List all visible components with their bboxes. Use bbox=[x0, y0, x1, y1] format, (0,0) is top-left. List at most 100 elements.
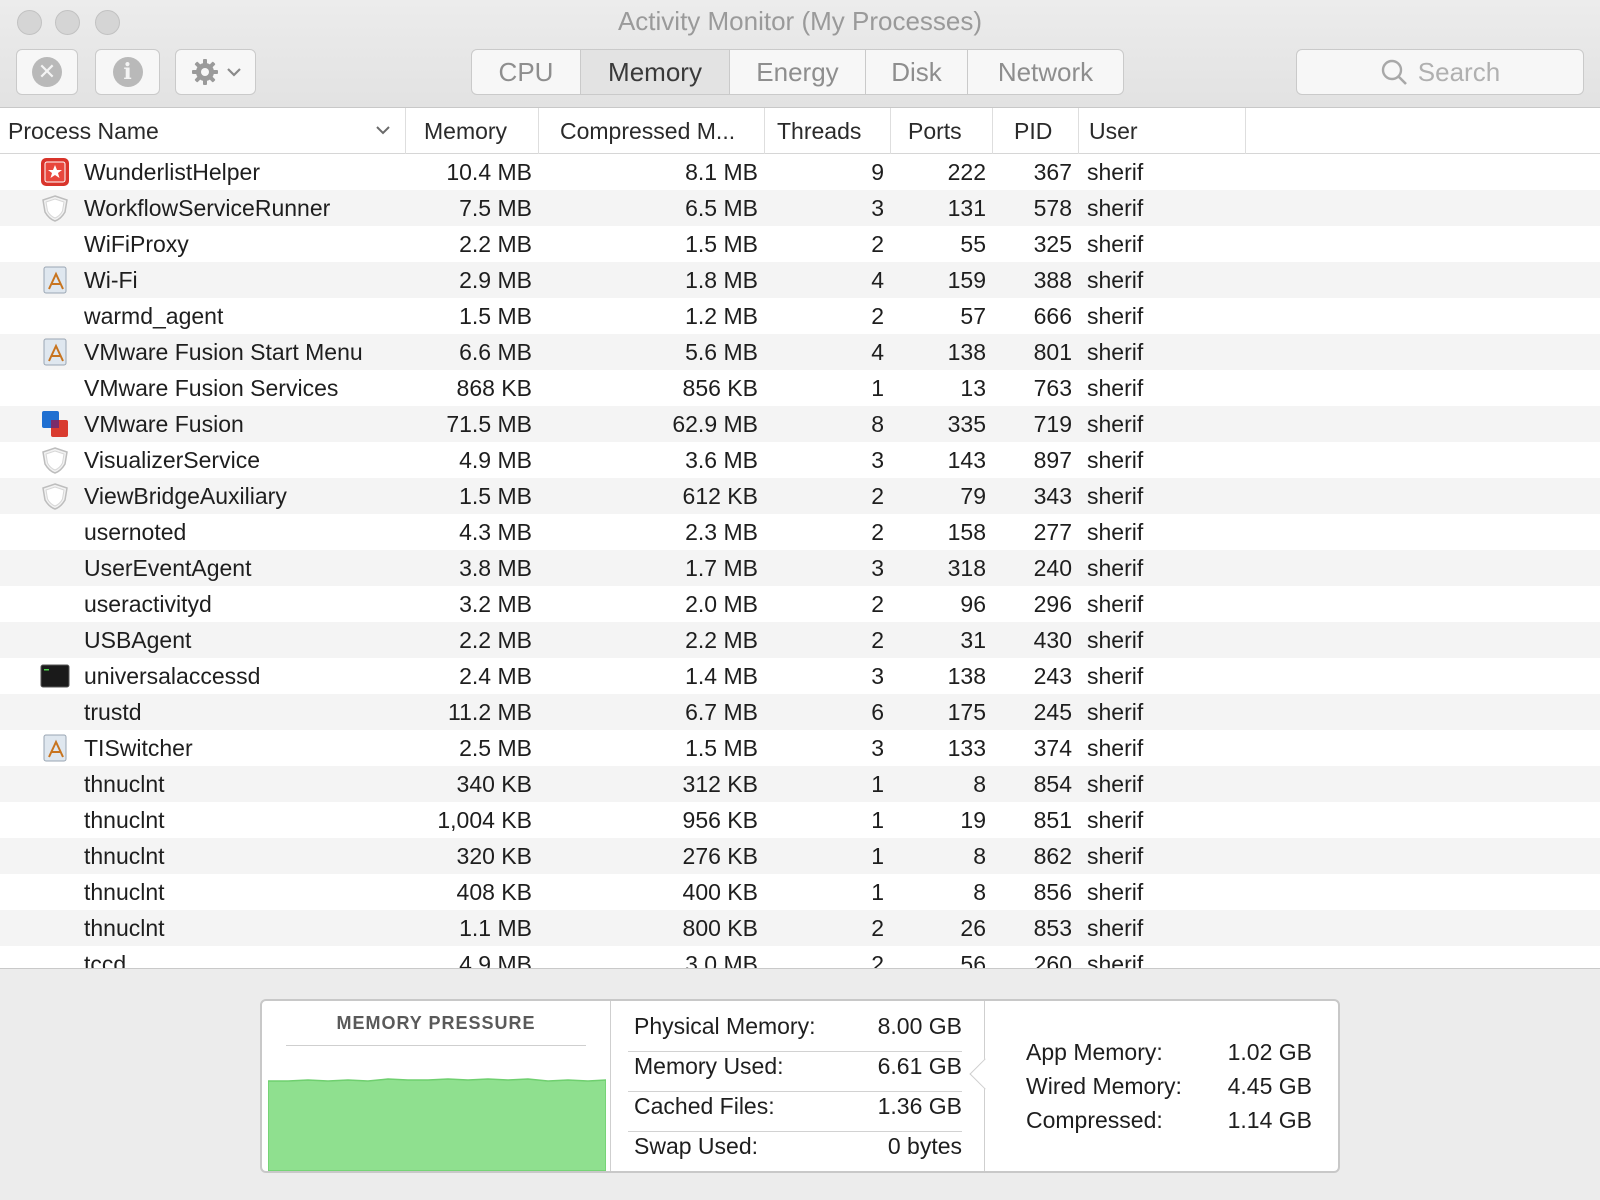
table-row[interactable]: usernoted 4.3 MB 2.3 MB 2 158 277 sherif bbox=[0, 514, 1600, 550]
tab-cpu[interactable]: CPU bbox=[472, 50, 581, 94]
column-compressed-memory[interactable]: Compressed M... bbox=[539, 108, 765, 154]
shield-app-icon bbox=[40, 193, 70, 223]
ports-cell: 79 bbox=[960, 483, 986, 509]
process-name-cell: USBAgent bbox=[84, 627, 192, 653]
column-label: User bbox=[1089, 117, 1138, 144]
threads-cell: 3 bbox=[871, 663, 884, 689]
inspect-process-button[interactable]: i bbox=[95, 49, 160, 95]
compressed-memory-cell: 800 KB bbox=[682, 915, 758, 941]
ports-cell: 31 bbox=[960, 627, 986, 653]
pid-cell: 851 bbox=[1033, 807, 1072, 833]
column-memory[interactable]: Memory bbox=[406, 108, 539, 154]
pid-cell: 853 bbox=[1033, 915, 1072, 941]
table-row[interactable]: trustd 11.2 MB 6.7 MB 6 175 245 sherif bbox=[0, 694, 1600, 730]
compressed-memory-cell: 5.6 MB bbox=[685, 339, 758, 365]
compressed-memory-cell: 3.6 MB bbox=[685, 447, 758, 473]
table-row[interactable]: thnuclnt 1,004 KB 956 KB 1 19 851 sherif bbox=[0, 802, 1600, 838]
pid-cell: 578 bbox=[1033, 195, 1072, 221]
column-label: PID bbox=[1014, 117, 1053, 144]
memory-pressure-graph bbox=[268, 1078, 606, 1171]
table-row[interactable]: WiFiProxy 2.2 MB 1.5 MB 2 55 325 sherif bbox=[0, 226, 1600, 262]
memory-cell: 2.9 MB bbox=[459, 267, 532, 293]
table-row[interactable]: thnuclnt 408 KB 400 KB 1 8 856 sherif bbox=[0, 874, 1600, 910]
process-name-cell: ViewBridgeAuxiliary bbox=[84, 483, 287, 509]
tab-memory[interactable]: Memory bbox=[581, 50, 730, 94]
user-cell: sherif bbox=[1087, 375, 1144, 401]
memory-cell: 4.9 MB bbox=[459, 447, 532, 473]
process-name-cell: VisualizerService bbox=[84, 447, 260, 473]
ports-cell: 335 bbox=[947, 411, 986, 437]
cached-files-value: 1.36 GB bbox=[877, 1093, 962, 1119]
threads-cell: 2 bbox=[871, 951, 884, 968]
sort-chevron-icon bbox=[376, 126, 390, 135]
stop-process-button[interactable]: ✕ bbox=[16, 49, 78, 95]
process-name-cell: thnuclnt bbox=[84, 843, 165, 869]
table-row[interactable]: WorkflowServiceRunner 7.5 MB 6.5 MB 3 131 578… bbox=[0, 190, 1600, 226]
process-name-cell: thnuclnt bbox=[84, 879, 165, 905]
table-row[interactable]: VMware Fusion 71.5 MB 62.9 MB 8 335 719 sherif bbox=[0, 406, 1600, 442]
threads-cell: 3 bbox=[871, 195, 884, 221]
table-row[interactable]: universalaccessd 2.4 MB 1.4 MB 3 138 243 sheri… bbox=[0, 658, 1600, 694]
pid-cell: 240 bbox=[1033, 555, 1072, 581]
process-name-cell: trustd bbox=[84, 699, 142, 725]
tab-network[interactable]: Network bbox=[968, 50, 1123, 94]
stat-label: Swap Used: bbox=[634, 1133, 759, 1159]
table-row[interactable]: warmd_agent 1.5 MB 1.2 MB 2 57 666 sherif bbox=[0, 298, 1600, 334]
pid-cell: 325 bbox=[1033, 231, 1072, 257]
table-row[interactable]: tccd 4.9 MB 3.0 MB 2 56 260 sherif bbox=[0, 946, 1600, 968]
tab-bar: CPU Memory Energy Disk Network bbox=[471, 49, 1124, 95]
column-user[interactable]: User bbox=[1079, 108, 1246, 154]
ports-cell: 175 bbox=[947, 699, 986, 725]
tab-energy[interactable]: Energy bbox=[730, 50, 866, 94]
table-row[interactable]: Wi-Fi 2.9 MB 1.8 MB 4 159 388 sherif bbox=[0, 262, 1600, 298]
search-placeholder: Search bbox=[1417, 56, 1501, 87]
tab-disk[interactable]: Disk bbox=[866, 50, 968, 94]
ports-cell: 57 bbox=[960, 303, 986, 329]
table-row[interactable]: UserEventAgent 3.8 MB 1.7 MB 3 318 240 sherif bbox=[0, 550, 1600, 586]
stat-label: Physical Memory: bbox=[634, 1013, 816, 1039]
table-row[interactable]: thnuclnt 320 KB 276 KB 1 8 862 sherif bbox=[0, 838, 1600, 874]
ports-cell: 56 bbox=[960, 951, 986, 968]
ports-cell: 8 bbox=[973, 843, 986, 869]
process-name-cell: WorkflowServiceRunner bbox=[84, 195, 331, 221]
memory-cell: 4.9 MB bbox=[459, 951, 532, 968]
compressed-memory-cell: 956 KB bbox=[682, 807, 758, 833]
process-name-cell: warmd_agent bbox=[84, 303, 224, 329]
column-process-name[interactable]: Process Name bbox=[0, 108, 406, 154]
table-row[interactable]: VMware Fusion Start Menu 6.6 MB 5.6 MB 4 138… bbox=[0, 334, 1600, 370]
compressed-memory-cell: 2.2 MB bbox=[685, 627, 758, 653]
ports-cell: 159 bbox=[947, 267, 986, 293]
search-icon bbox=[1381, 59, 1407, 85]
column-ports[interactable]: Ports bbox=[891, 108, 993, 154]
column-pid[interactable]: PID bbox=[993, 108, 1079, 154]
stat-label: Cached Files: bbox=[634, 1093, 775, 1119]
table-row[interactable]: ViewBridgeAuxiliary 1.5 MB 612 KB 2 79 343 she… bbox=[0, 478, 1600, 514]
table-row[interactable]: WunderlistHelper 10.4 MB 8.1 MB 9 222 367 sher… bbox=[0, 154, 1600, 190]
ports-cell: 13 bbox=[960, 375, 986, 401]
gear-icon bbox=[191, 59, 218, 85]
user-cell: sherif bbox=[1087, 951, 1144, 968]
table-row[interactable]: thnuclnt 1.1 MB 800 KB 2 26 853 sherif bbox=[0, 910, 1600, 946]
search-field[interactable]: Search bbox=[1296, 49, 1584, 95]
column-threads[interactable]: Threads bbox=[765, 108, 891, 154]
user-cell: sherif bbox=[1087, 555, 1144, 581]
threads-cell: 2 bbox=[871, 231, 884, 257]
pid-cell: 260 bbox=[1033, 951, 1072, 968]
table-row[interactable]: TISwitcher 2.5 MB 1.5 MB 3 133 374 sherif bbox=[0, 730, 1600, 766]
ports-cell: 8 bbox=[973, 771, 986, 797]
action-menu-button[interactable] bbox=[175, 49, 256, 95]
user-cell: sherif bbox=[1087, 411, 1144, 437]
table-row[interactable]: USBAgent 2.2 MB 2.2 MB 2 31 430 sherif bbox=[0, 622, 1600, 658]
table-row[interactable]: thnuclnt 340 KB 312 KB 1 8 854 sherif bbox=[0, 766, 1600, 802]
table-row[interactable]: VisualizerService 4.9 MB 3.6 MB 3 143 897 sher… bbox=[0, 442, 1600, 478]
table-row[interactable]: useractivityd 3.2 MB 2.0 MB 2 96 296 sherif bbox=[0, 586, 1600, 622]
ports-cell: 143 bbox=[947, 447, 986, 473]
user-cell: sherif bbox=[1087, 699, 1144, 725]
memory-cell: 340 KB bbox=[456, 771, 532, 797]
compressed-memory-cell: 62.9 MB bbox=[672, 411, 758, 437]
toolbar: Activity Monitor (My Processes) ✕ i CPU … bbox=[0, 0, 1600, 108]
user-cell: sherif bbox=[1087, 807, 1144, 833]
table-row[interactable]: VMware Fusion Services 868 KB 856 KB 1 13 763… bbox=[0, 370, 1600, 406]
column-label: Ports bbox=[908, 117, 962, 144]
user-cell: sherif bbox=[1087, 447, 1144, 473]
